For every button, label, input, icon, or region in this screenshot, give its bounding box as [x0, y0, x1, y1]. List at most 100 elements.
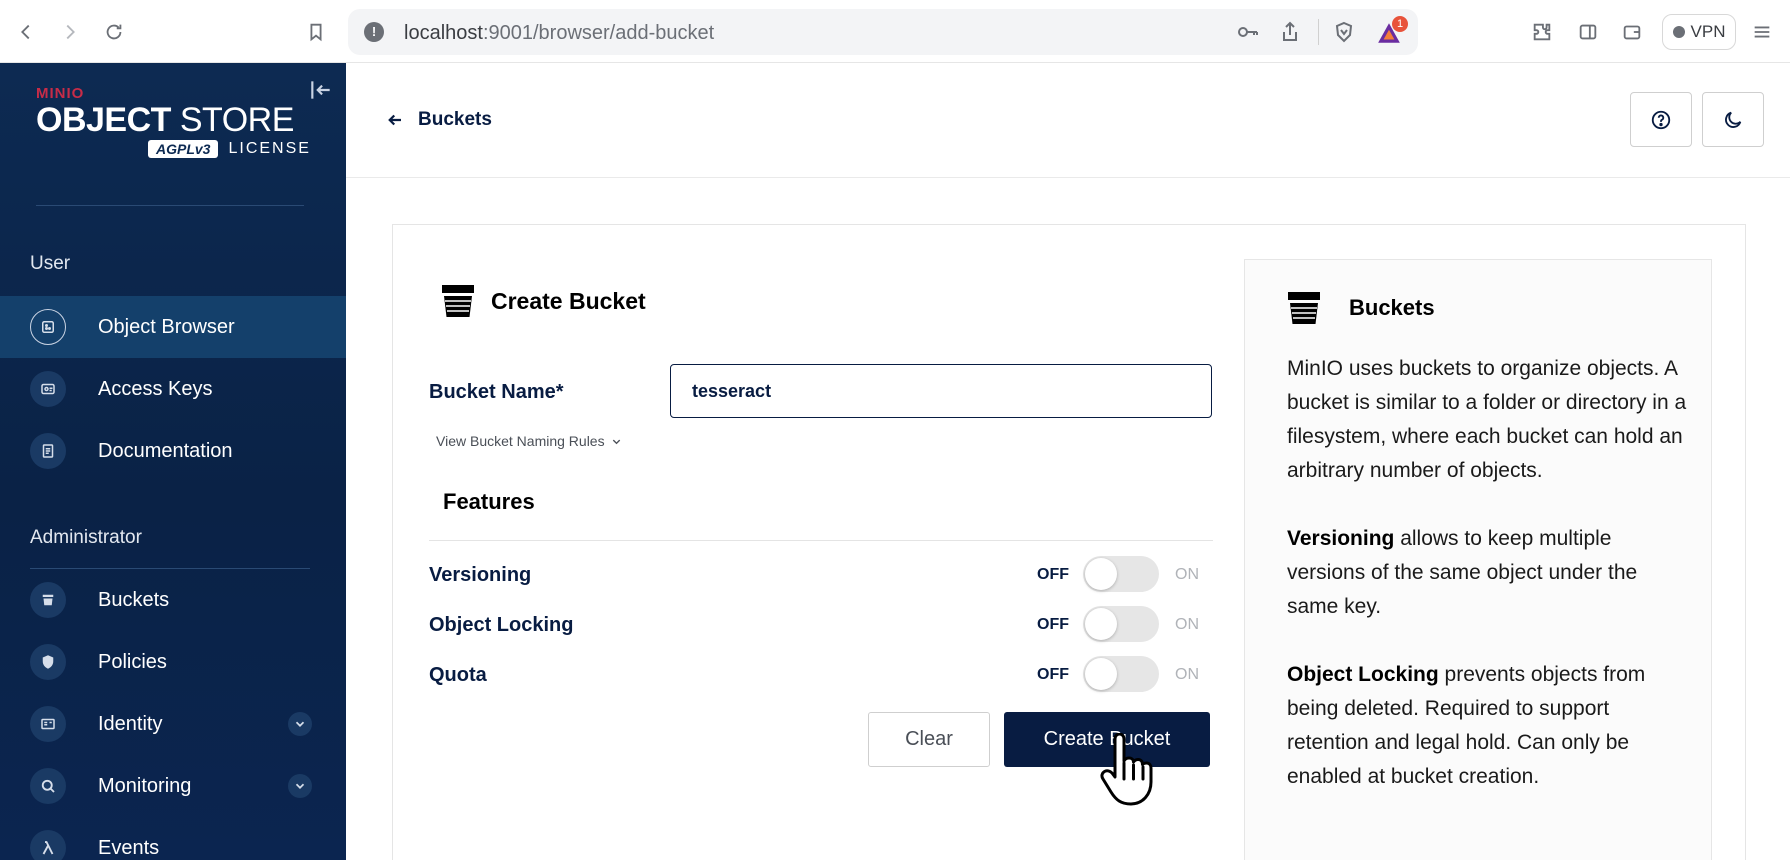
help-paragraph-object-locking: Object Locking prevents objects from bei… — [1287, 663, 1646, 788]
collapse-sidebar-icon[interactable] — [308, 77, 334, 103]
brave-rewards-icon[interactable]: 1 — [1376, 16, 1408, 44]
object-browser-icon — [30, 309, 66, 345]
sidebar-panel-icon[interactable] — [1570, 14, 1606, 50]
sidebar-item-label: Object Browser — [98, 315, 235, 338]
sidebar-item-identity[interactable]: Identity — [0, 693, 346, 755]
naming-rules-toggle[interactable]: View Bucket Naming Rules — [436, 433, 622, 449]
buckets-icon — [30, 582, 66, 618]
sidebar-item-label: Monitoring — [98, 774, 192, 797]
key-icon[interactable] — [1236, 20, 1260, 44]
identity-icon — [30, 706, 66, 742]
feature-quota: Quota OFF ON — [429, 656, 1213, 692]
bookmark-icon[interactable] — [298, 14, 334, 50]
sidebar-item-monitoring[interactable]: Monitoring — [0, 755, 346, 817]
arrow-left-icon — [388, 114, 401, 126]
back-arrow-icon[interactable] — [8, 14, 44, 50]
sidebar-item-documentation[interactable]: Documentation — [0, 420, 346, 482]
sidebar-item-label: Events — [98, 836, 160, 859]
help-panel: Buckets MinIO uses buckets to organize o… — [1244, 259, 1712, 860]
hand-pointer-cursor-icon — [1100, 733, 1153, 806]
extensions-icon[interactable] — [1524, 14, 1560, 50]
sidebar-item-label: Documentation — [98, 439, 233, 462]
toggle-on-label: ON — [1175, 666, 1199, 683]
clear-button[interactable]: Clear — [868, 712, 990, 767]
dark-mode-button[interactable] — [1702, 92, 1764, 147]
feature-versioning: Versioning OFF ON — [429, 556, 1213, 592]
url-divider — [1318, 19, 1319, 45]
naming-rules-label: View Bucket Naming Rules — [436, 433, 605, 449]
versioning-toggle[interactable] — [1083, 556, 1159, 592]
form-title-text: Create Bucket — [491, 287, 646, 314]
feature-label: Quota — [429, 664, 487, 686]
chevron-down-icon[interactable] — [288, 774, 312, 798]
sidebar-item-label: Buckets — [98, 588, 170, 611]
back-to-buckets-link[interactable]: Buckets — [386, 109, 492, 131]
help-paragraph-buckets: MinIO uses buckets to organize objects. … — [1287, 357, 1687, 482]
brave-shield-icon[interactable] — [1332, 20, 1356, 44]
toggle-on-label: ON — [1175, 616, 1199, 633]
toggle-knob — [1085, 558, 1117, 590]
vpn-label: VPN — [1690, 22, 1726, 41]
bucket-name-label: Bucket Name* — [429, 381, 564, 403]
create-bucket-card: Create Bucket Bucket Name* View Bucket N… — [392, 224, 1746, 860]
documentation-icon — [30, 433, 66, 469]
address-bar[interactable]: ! localhost:9001/browser/add-bucket 1 — [348, 9, 1418, 55]
sidebar-item-buckets[interactable]: Buckets — [0, 569, 346, 631]
sidebar-item-events[interactable]: Events — [0, 817, 346, 860]
chevron-down-icon[interactable] — [288, 712, 312, 736]
form-title: Create Bucket — [441, 283, 646, 319]
brand-product: OBJECT STORE — [36, 101, 294, 139]
help-body: MinIO uses buckets to organize objects. … — [1287, 352, 1687, 828]
back-label: Buckets — [418, 109, 492, 130]
access-keys-icon — [30, 371, 66, 407]
browser-toolbar: ! localhost:9001/browser/add-bucket 1 VP… — [0, 0, 1790, 63]
share-icon[interactable] — [1278, 20, 1302, 44]
menu-icon[interactable] — [1744, 14, 1780, 50]
bucket-name-input[interactable] — [670, 364, 1212, 418]
bucket-icon — [442, 285, 474, 317]
toggle-off-label: OFF — [1037, 616, 1069, 633]
toggle-on-label: ON — [1175, 566, 1199, 583]
main-content: Buckets Create Bucket Bucket Name* View … — [346, 63, 1790, 860]
brand-minio: MINIO — [36, 85, 85, 102]
toggle-off-label: OFF — [1037, 566, 1069, 583]
monitoring-icon — [30, 768, 66, 804]
help-title: Buckets — [1287, 290, 1435, 326]
wallet-icon[interactable] — [1614, 14, 1650, 50]
sidebar-item-label: Policies — [98, 650, 167, 673]
help-icon — [1651, 110, 1671, 129]
toggle-knob — [1085, 608, 1117, 640]
policies-icon — [30, 644, 66, 680]
object-locking-toggle[interactable] — [1083, 606, 1159, 642]
moon-icon — [1725, 111, 1742, 128]
help-title-text: Buckets — [1349, 295, 1435, 320]
brand-license: AGPLv3 LICENSE — [148, 140, 311, 158]
lambda-icon — [30, 830, 66, 860]
sidebar-item-label: Access Keys — [98, 377, 213, 400]
features-heading: Features — [443, 489, 535, 514]
section-administrator: Administrator — [30, 527, 142, 548]
vpn-button[interactable]: VPN — [1662, 14, 1736, 50]
agpl-badge: AGPLv3 — [148, 140, 219, 158]
vpn-status-icon — [1672, 26, 1685, 38]
sidebar: MINIO OBJECT STORE AGPLv3 LICENSE User O… — [0, 63, 346, 860]
forward-arrow-icon[interactable] — [52, 14, 88, 50]
reload-icon[interactable] — [96, 14, 132, 50]
rewards-badge: 1 — [1392, 16, 1408, 32]
sidebar-item-policies[interactable]: Policies — [0, 631, 346, 693]
url-text[interactable]: localhost:9001/browser/add-bucket — [404, 22, 714, 45]
help-button[interactable] — [1630, 92, 1692, 147]
section-user: User — [30, 253, 71, 274]
quota-toggle[interactable] — [1083, 656, 1159, 692]
feature-label: Versioning — [429, 564, 532, 586]
sidebar-item-access-keys[interactable]: Access Keys — [0, 358, 346, 420]
feature-object-locking: Object Locking OFF ON — [429, 606, 1213, 642]
sidebar-divider — [36, 205, 304, 206]
sidebar-item-label: Identity — [98, 712, 163, 735]
bucket-icon — [1288, 292, 1320, 324]
features-divider — [429, 540, 1213, 541]
sidebar-item-object-browser[interactable]: Object Browser — [0, 296, 346, 358]
feature-label: Object Locking — [429, 614, 574, 636]
toggle-off-label: OFF — [1037, 666, 1069, 683]
site-info-icon[interactable]: ! — [364, 22, 384, 42]
